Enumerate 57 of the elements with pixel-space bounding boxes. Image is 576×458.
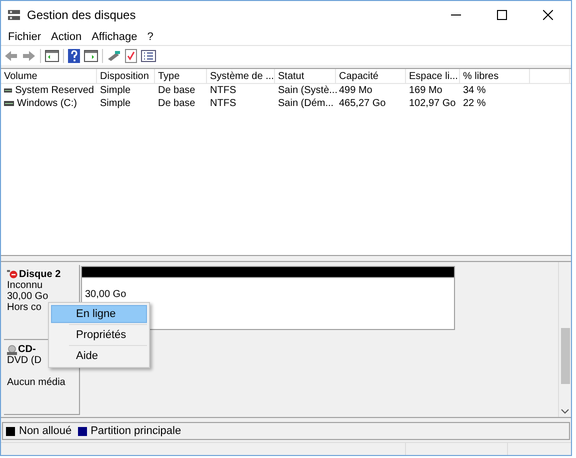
table-cell-text: NTFS xyxy=(210,97,236,111)
column-header[interactable]: Statut xyxy=(275,69,336,83)
disk-status: Hors co xyxy=(7,302,42,313)
forward-arrow-icon[interactable] xyxy=(22,50,36,62)
column-header[interactable]: Capacité xyxy=(336,69,406,83)
disk-name: Disque 2 xyxy=(19,269,61,280)
disk-management-icon xyxy=(7,8,21,22)
column-header[interactable]: Espace li... xyxy=(406,69,460,83)
table-cell-text: Windows (C:) xyxy=(17,97,78,111)
column-header[interactable]: Système de ... xyxy=(207,69,275,83)
back-arrow-icon[interactable] xyxy=(4,50,18,62)
table-cell-text: System Reserved xyxy=(15,84,94,98)
table-cell-text: De base xyxy=(158,97,196,111)
scrollbar-thumb[interactable] xyxy=(560,328,570,384)
table-cell-text: 22 % xyxy=(463,97,486,111)
disk-name: CD- xyxy=(18,344,36,355)
partition-size: 30,00 Go xyxy=(85,289,126,300)
help-icon[interactable] xyxy=(68,48,80,62)
maximize-icon[interactable] xyxy=(497,10,507,20)
table-cell-text: 499 Mo xyxy=(339,84,372,98)
list-icon[interactable] xyxy=(141,50,156,62)
table-cell-text: Simple xyxy=(100,97,131,111)
disk-status: Aucun média xyxy=(7,377,66,388)
menu-item[interactable]: Fichier xyxy=(3,28,46,46)
window-title: Gestion des disques xyxy=(27,7,136,24)
table-cell-text: 169 Mo xyxy=(409,84,442,98)
menu-item[interactable]: ? xyxy=(142,28,158,46)
column-header[interactable]: Disposition xyxy=(97,69,155,83)
panel-icon[interactable] xyxy=(84,50,98,62)
optical-drive-icon xyxy=(7,344,17,354)
table-cell-text: Sain (Systè... xyxy=(278,84,338,98)
column-header[interactable]: % libres xyxy=(460,69,530,83)
table-cell-text: 102,97 Go xyxy=(409,97,456,111)
close-icon[interactable] xyxy=(543,10,553,20)
scrollbar[interactable] xyxy=(558,262,571,417)
menu-item[interactable]: Action xyxy=(46,28,87,46)
panel-icon[interactable] xyxy=(45,50,59,62)
scroll-down-icon[interactable] xyxy=(561,409,569,414)
table-cell-text: 34 % xyxy=(463,84,486,98)
menu-item[interactable]: En ligne xyxy=(51,305,147,323)
disk-info: DVD (D xyxy=(7,355,42,366)
legend-label: Partition principale xyxy=(90,424,182,439)
table-cell-text: 465,27 Go xyxy=(339,97,386,111)
table-cell-text: Sain (Dém... xyxy=(278,97,334,111)
menu-item[interactable]: Aide xyxy=(51,347,147,365)
column-header[interactable]: Volume xyxy=(1,69,97,83)
checklist-icon[interactable] xyxy=(125,48,137,62)
menu-item[interactable]: Affichage xyxy=(86,28,142,46)
table-cell-text: De base xyxy=(158,84,196,98)
table-cell-text: NTFS xyxy=(210,84,236,98)
disk-info: 30,00 Go xyxy=(7,291,48,302)
legend-label: Non alloué xyxy=(19,424,72,439)
disk-info: Inconnu xyxy=(7,280,43,291)
volume-icon xyxy=(4,88,12,93)
volume-icon xyxy=(4,101,14,106)
column-header[interactable]: Type xyxy=(155,69,207,83)
table-cell-text: Simple xyxy=(100,84,131,98)
